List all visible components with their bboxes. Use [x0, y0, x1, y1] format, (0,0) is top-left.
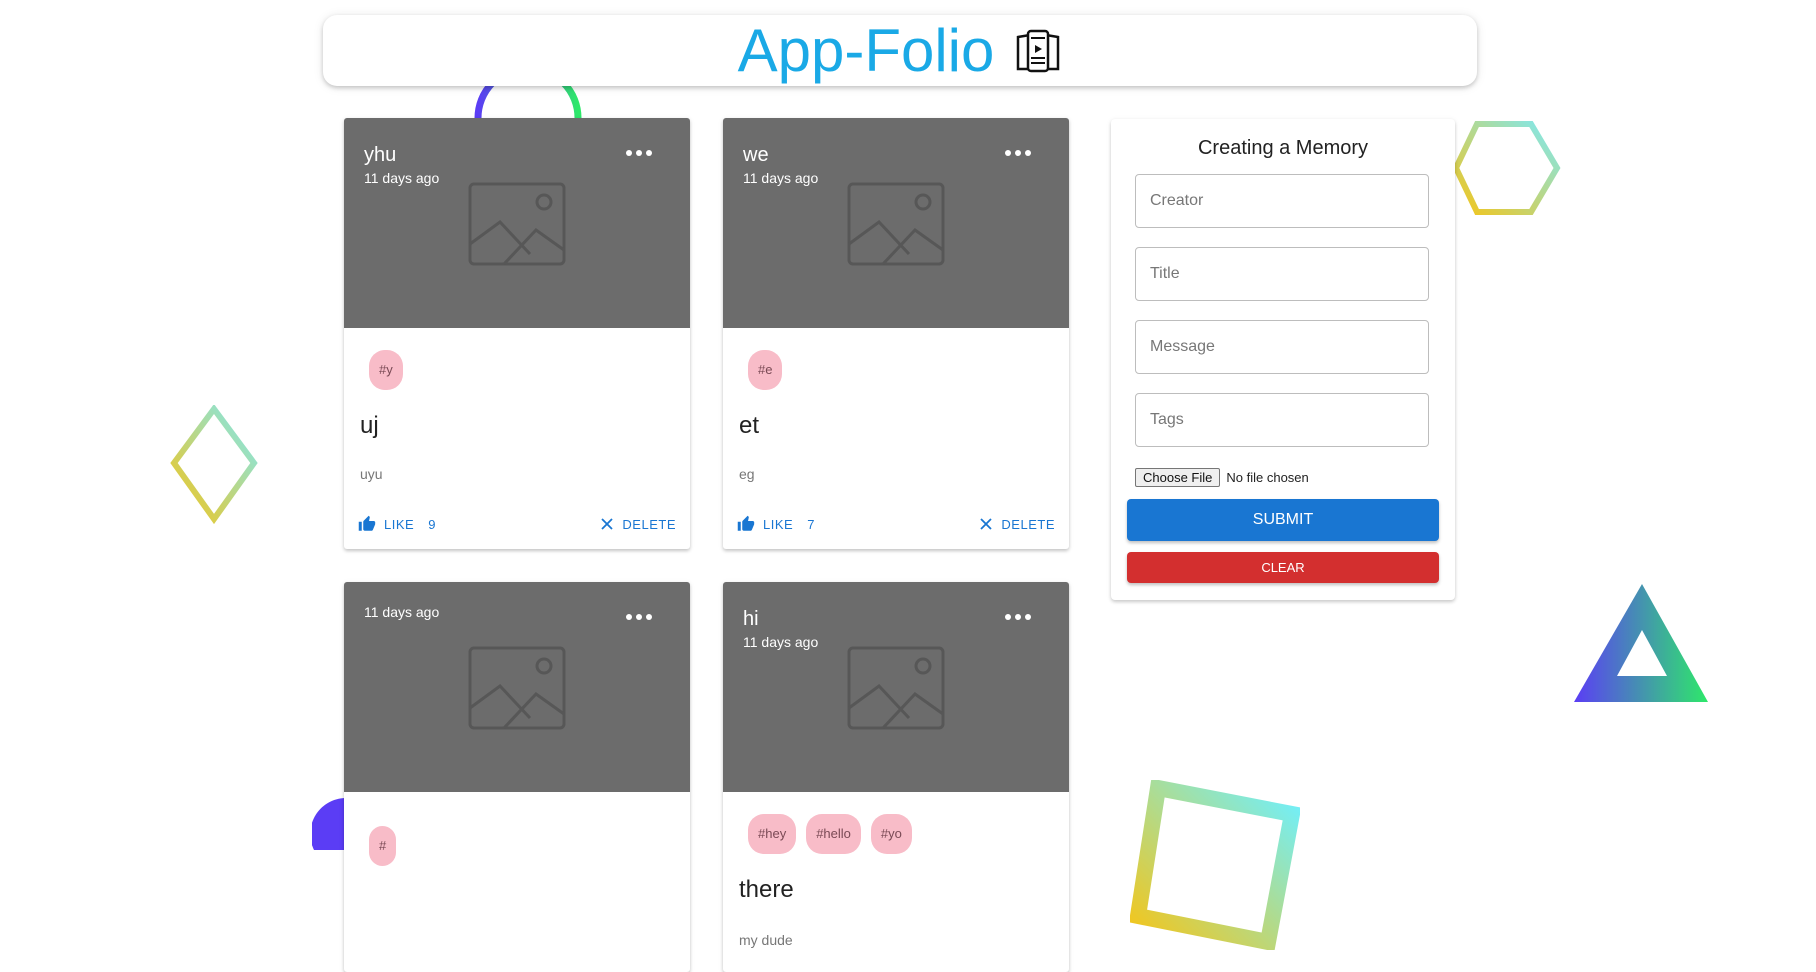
post-card: 11 days ago # — [344, 582, 690, 972]
delete-label: DELETE — [1001, 516, 1055, 532]
post-time: 11 days ago — [364, 604, 440, 620]
tag-chip[interactable]: #hey — [748, 814, 797, 854]
tag-chip[interactable]: #yo — [870, 814, 912, 854]
clear-button[interactable]: CLEAR — [1127, 552, 1439, 583]
image-placeholder-icon — [847, 646, 945, 730]
post-media: we 11 days ago — [723, 118, 1069, 328]
file-picker: Choose File No file chosen — [1135, 468, 1309, 487]
post-creator: we — [743, 144, 769, 166]
more-options-icon[interactable] — [626, 614, 652, 620]
delete-button[interactable]: DELETE — [600, 517, 676, 532]
post-media: hi 11 days ago — [723, 582, 1069, 792]
like-label: LIKE — [384, 516, 415, 532]
title-field[interactable] — [1135, 247, 1429, 301]
decor-square — [1130, 780, 1300, 950]
post-message: my dude — [739, 932, 793, 948]
tag-list: # — [369, 826, 397, 866]
tags-field[interactable] — [1135, 393, 1429, 447]
decor-triangle — [1574, 584, 1708, 702]
image-placeholder-icon — [468, 182, 566, 266]
post-title: uj — [360, 412, 379, 439]
post-creator: hi — [743, 608, 759, 630]
memory-form: Creating a Memory Choose File No file ch… — [1111, 119, 1455, 600]
image-placeholder-icon — [847, 182, 945, 266]
tag-list: #hey #hello #yo — [748, 814, 912, 854]
post-card: hi 11 days ago #hey #hello #yo there my … — [723, 582, 1069, 972]
image-placeholder-icon — [468, 646, 566, 730]
tag-list: #e — [748, 350, 783, 390]
decor-diamond — [170, 405, 258, 525]
like-count: 9 — [428, 516, 436, 532]
decor-quarter-circle — [312, 798, 348, 850]
post-time: 11 days ago — [743, 634, 819, 650]
post-message: eg — [739, 466, 755, 482]
creator-field[interactable] — [1135, 174, 1429, 228]
post-time: 11 days ago — [743, 170, 819, 186]
tag-list: #y — [369, 350, 403, 390]
more-options-icon[interactable] — [626, 150, 652, 156]
post-media: 11 days ago — [344, 582, 690, 792]
file-status: No file chosen — [1226, 470, 1309, 485]
post-creator: yhu — [364, 144, 397, 166]
app-title: App-Folio — [737, 16, 995, 84]
message-field[interactable] — [1135, 320, 1429, 374]
submit-button[interactable]: SUBMIT — [1127, 499, 1439, 541]
like-button[interactable]: LIKE 7 — [737, 515, 815, 533]
post-time: 11 days ago — [364, 170, 440, 186]
close-icon — [980, 518, 993, 530]
book-tablet-icon — [1017, 29, 1060, 72]
like-label: LIKE — [763, 516, 794, 532]
like-button[interactable]: LIKE 9 — [358, 515, 436, 533]
like-count: 7 — [807, 516, 815, 532]
delete-label: DELETE — [622, 516, 676, 532]
post-media: yhu 11 days ago — [344, 118, 690, 328]
delete-button[interactable]: DELETE — [979, 517, 1055, 532]
more-options-icon[interactable] — [1005, 614, 1031, 620]
choose-file-button[interactable]: Choose File — [1135, 468, 1221, 487]
thumb-up-icon — [737, 515, 755, 531]
post-card: yhu 11 days ago #y uj uyu LIKE 9 DELETE — [344, 118, 690, 549]
form-title: Creating a Memory — [1197, 137, 1369, 159]
app-header: App-Folio — [323, 15, 1477, 86]
tag-chip[interactable]: #y — [369, 350, 403, 390]
post-card: we 11 days ago #e et eg LIKE 7 DELETE — [723, 118, 1069, 549]
thumb-up-icon — [358, 515, 376, 531]
post-title: there — [739, 876, 794, 903]
more-options-icon[interactable] — [1005, 150, 1031, 156]
close-icon — [601, 518, 614, 530]
post-title: et — [739, 412, 760, 439]
post-message: uyu — [360, 466, 383, 482]
tag-chip[interactable]: #hello — [806, 814, 861, 854]
tag-chip[interactable]: #e — [748, 350, 783, 390]
tag-chip[interactable]: # — [369, 826, 397, 866]
decor-hexagon — [1452, 121, 1561, 215]
